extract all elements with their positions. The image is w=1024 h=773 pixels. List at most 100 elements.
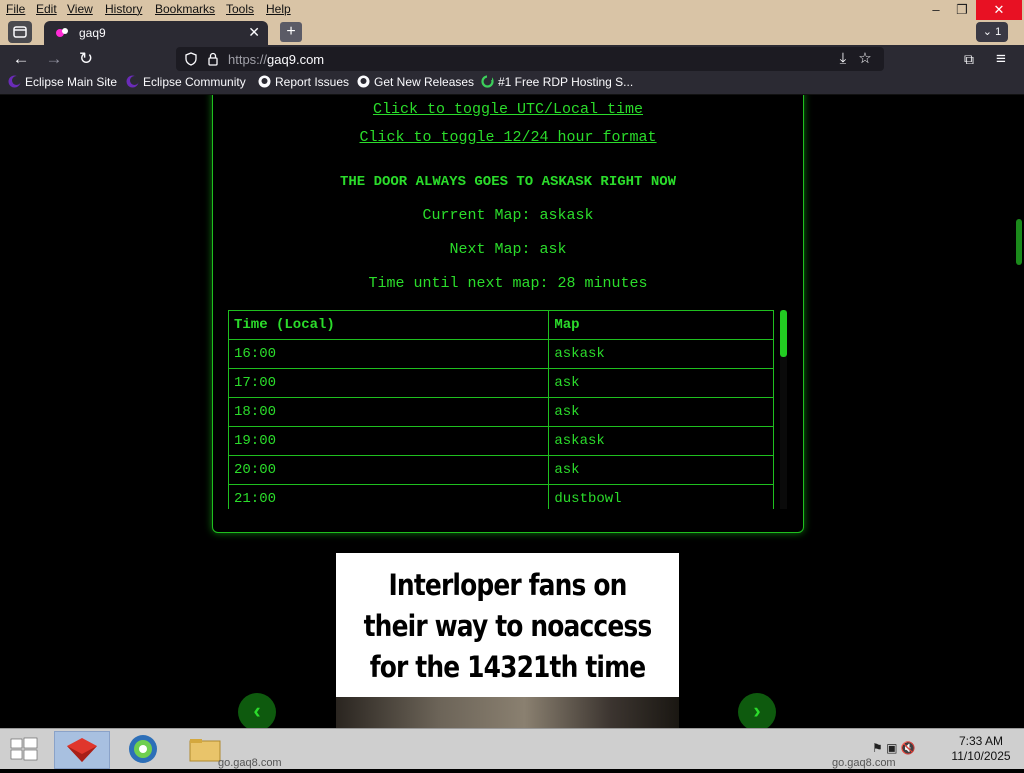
meme-carousel-slide: Interloper fans on their way to noaccess… xyxy=(336,553,679,728)
address-bar[interactable]: https://gaq9.com ⤓ ☆ xyxy=(176,47,884,71)
tab-gaq9[interactable]: gaq9 ✕ xyxy=(44,21,268,45)
menu-help[interactable]: Help xyxy=(266,2,291,16)
lock-icon[interactable] xyxy=(206,52,220,66)
github-icon xyxy=(357,75,370,88)
meme-caption-line: for the 14321th time xyxy=(369,650,646,684)
browser-globe-icon xyxy=(129,735,157,763)
taskbar-app-rdp[interactable] xyxy=(54,731,110,769)
time-until-next-map-text: Time until next map: 28 minutes xyxy=(368,275,648,292)
gaq9-favicon-icon xyxy=(56,28,68,37)
toggle-utc-link[interactable]: Click to toggle UTC/Local time xyxy=(213,101,803,118)
door-status-text: THE DOOR ALWAYS GOES TO ASKASK RIGHT NOW xyxy=(339,174,677,190)
tab-close-icon[interactable]: ✕ xyxy=(248,24,260,41)
menu-bookmarks[interactable]: Bookmarks xyxy=(155,2,215,16)
firefox-view-icon xyxy=(13,26,27,38)
meme-caption-line: Interloper fans on xyxy=(388,568,628,602)
chevron-down-icon: ⌄ xyxy=(982,26,996,38)
windows-start-icon[interactable] xyxy=(8,735,40,763)
bookmark-label: Eclipse Community xyxy=(143,75,246,89)
rdp-app-icon xyxy=(67,738,97,762)
navigation-bar: ← → ↻ https://gaq9.com ⤓ ☆ ⧉ ≡ xyxy=(0,45,1024,72)
menu-file[interactable]: File xyxy=(6,2,25,16)
meme-caption-box: Interloper fans on their way to noaccess… xyxy=(336,553,679,697)
refresh-green-icon xyxy=(481,75,494,88)
current-map-text: Current Map: askask xyxy=(422,207,594,224)
toggle-hour-format-link[interactable]: Click to toggle 12/24 hour format xyxy=(213,129,803,146)
time-cell: 18:00 xyxy=(228,397,550,427)
bookmark-label: #1 Free RDP Hosting S... xyxy=(498,75,634,89)
menu-edit[interactable]: Edit xyxy=(36,2,57,16)
url-text[interactable]: https://gaq9.com xyxy=(228,52,324,67)
clock-date: 11/10/2025 xyxy=(951,749,1011,763)
list-all-tabs-button[interactable]: ⌄ 1 xyxy=(976,22,1008,42)
tracking-shield-icon[interactable] xyxy=(184,52,198,66)
eclipse-icon xyxy=(126,75,139,88)
firefox-view-button[interactable] xyxy=(8,21,32,43)
menu-tools[interactable]: Tools xyxy=(226,2,254,16)
bookmark-label: Report Issues xyxy=(275,75,350,89)
column-header-map: Map xyxy=(548,310,774,340)
hamburger-menu-icon[interactable]: ≡ xyxy=(990,48,1012,70)
back-button[interactable]: ← xyxy=(10,48,32,70)
table-row: 16:00 askask xyxy=(228,339,774,369)
close-window-button[interactable]: ✕ xyxy=(976,0,1022,20)
column-header-time: Time (Local) xyxy=(228,310,550,340)
bookmark-get-new-releases[interactable]: Get New Releases xyxy=(357,75,474,91)
next-map-text: Next Map: ask xyxy=(449,241,567,258)
carousel-prev-button[interactable]: ‹ xyxy=(238,693,276,728)
taskbar-app-browser[interactable] xyxy=(116,731,170,767)
bookmark-report-issues[interactable]: Report Issues xyxy=(258,75,349,91)
tab-title: gaq9 xyxy=(79,26,106,40)
bookmark-label: Eclipse Main Site xyxy=(25,75,118,89)
bookmark-eclipse-community[interactable]: Eclipse Community xyxy=(126,75,246,91)
carousel-next-button[interactable]: › xyxy=(738,693,776,728)
page-scrollbar-thumb[interactable] xyxy=(1016,219,1022,265)
volume-muted-icon[interactable]: 🔇 xyxy=(901,741,916,755)
time-cell: 19:00 xyxy=(228,426,550,456)
bookmark-eclipse-main-site[interactable]: Eclipse Main Site xyxy=(8,75,117,91)
time-cell: 21:00 xyxy=(228,484,550,509)
map-cell: dustbowl xyxy=(548,484,774,509)
reload-button[interactable]: ↻ xyxy=(75,48,97,70)
menu-history[interactable]: History xyxy=(105,2,142,16)
map-cell: ask xyxy=(548,397,774,427)
menu-bar: File Edit View History Bookmarks Tools H… xyxy=(0,0,1024,20)
schedule-table: Time (Local) Map 16:00 askask 17:00 ask 18… xyxy=(228,310,774,509)
url-protocol: https:// xyxy=(228,52,268,67)
new-tab-button[interactable]: + xyxy=(280,22,302,42)
tab-bar: gaq9 ✕ + ⌄ 1 xyxy=(0,20,1024,45)
system-clock[interactable]: 7:33 AM 11/10/2025 xyxy=(946,734,1016,764)
clock-time: 7:33 AM xyxy=(958,734,1004,748)
network-icon[interactable]: ▣ xyxy=(886,741,897,755)
page-content: Click to toggle UTC/Local time Click to … xyxy=(0,95,1024,728)
bookmark-rdp-hosting[interactable]: #1 Free RDP Hosting S... xyxy=(481,75,633,91)
time-cell: 16:00 xyxy=(228,339,550,369)
meme-image xyxy=(336,697,679,728)
time-cell: 20:00 xyxy=(228,455,550,485)
tray-icons[interactable]: ⚑ ▣ 🔇 xyxy=(872,741,916,755)
url-host: gaq9.com xyxy=(267,52,325,67)
taskbar-underlay-text: go.gaq8.com xyxy=(832,757,896,769)
table-row: 18:00 ask xyxy=(228,397,774,427)
table-row: 20:00 ask xyxy=(228,455,774,485)
table-scrollbar[interactable] xyxy=(780,310,787,509)
time-cell: 17:00 xyxy=(228,368,550,398)
github-icon xyxy=(258,75,271,88)
bookmarks-toolbar: Eclipse Main Site Eclipse Community Repo… xyxy=(0,72,1024,95)
save-page-icon[interactable]: ⤓ xyxy=(834,50,852,68)
table-scrollbar-thumb[interactable] xyxy=(780,310,787,357)
restore-button[interactable]: ❐ xyxy=(944,0,980,20)
bookmark-star-icon[interactable]: ☆ xyxy=(856,50,874,68)
map-schedule-panel: Click to toggle UTC/Local time Click to … xyxy=(212,95,804,533)
bookmark-label: Get New Releases xyxy=(374,75,475,89)
extensions-icon[interactable]: ⧉ xyxy=(958,48,980,70)
map-cell: askask xyxy=(548,426,774,456)
table-row: 17:00 ask xyxy=(228,368,774,398)
schedule-table-container[interactable]: Time (Local) Map 16:00 askask 17:00 ask 18… xyxy=(228,310,774,509)
flag-icon[interactable]: ⚑ xyxy=(872,741,883,755)
tab-count: 1 xyxy=(995,26,1002,38)
menu-view[interactable]: View xyxy=(67,2,93,16)
table-header-row: Time (Local) Map xyxy=(228,310,774,340)
taskbar-underlay-text: go.gaq8.com xyxy=(218,757,282,769)
forward-button[interactable]: → xyxy=(43,48,65,70)
